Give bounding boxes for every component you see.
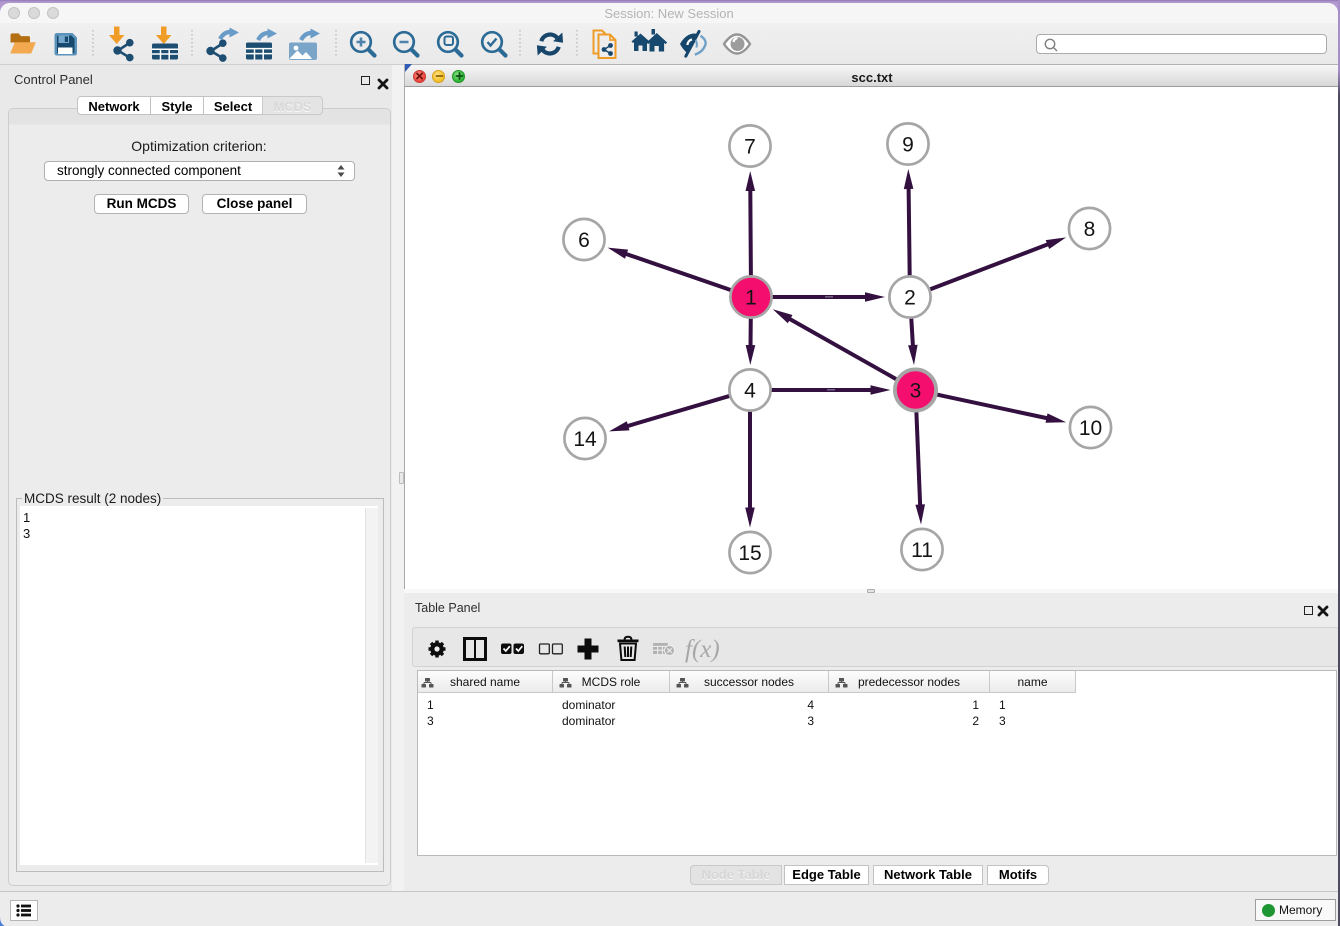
svg-text:2: 2 [904,287,916,310]
svg-text:6: 6 [578,229,590,252]
svg-text:7: 7 [744,136,756,159]
svg-text:4: 4 [744,380,756,403]
svg-text:9: 9 [902,134,914,157]
svg-text:3: 3 [910,380,922,403]
svg-text:14: 14 [573,428,597,451]
svg-text:f(x): f(x) [685,636,720,663]
svg-text:1: 1 [745,287,757,310]
svg-text:15: 15 [738,542,761,565]
svg-text:10: 10 [1079,417,1102,440]
svg-text:8: 8 [1084,218,1096,241]
svg-text:11: 11 [911,539,933,562]
